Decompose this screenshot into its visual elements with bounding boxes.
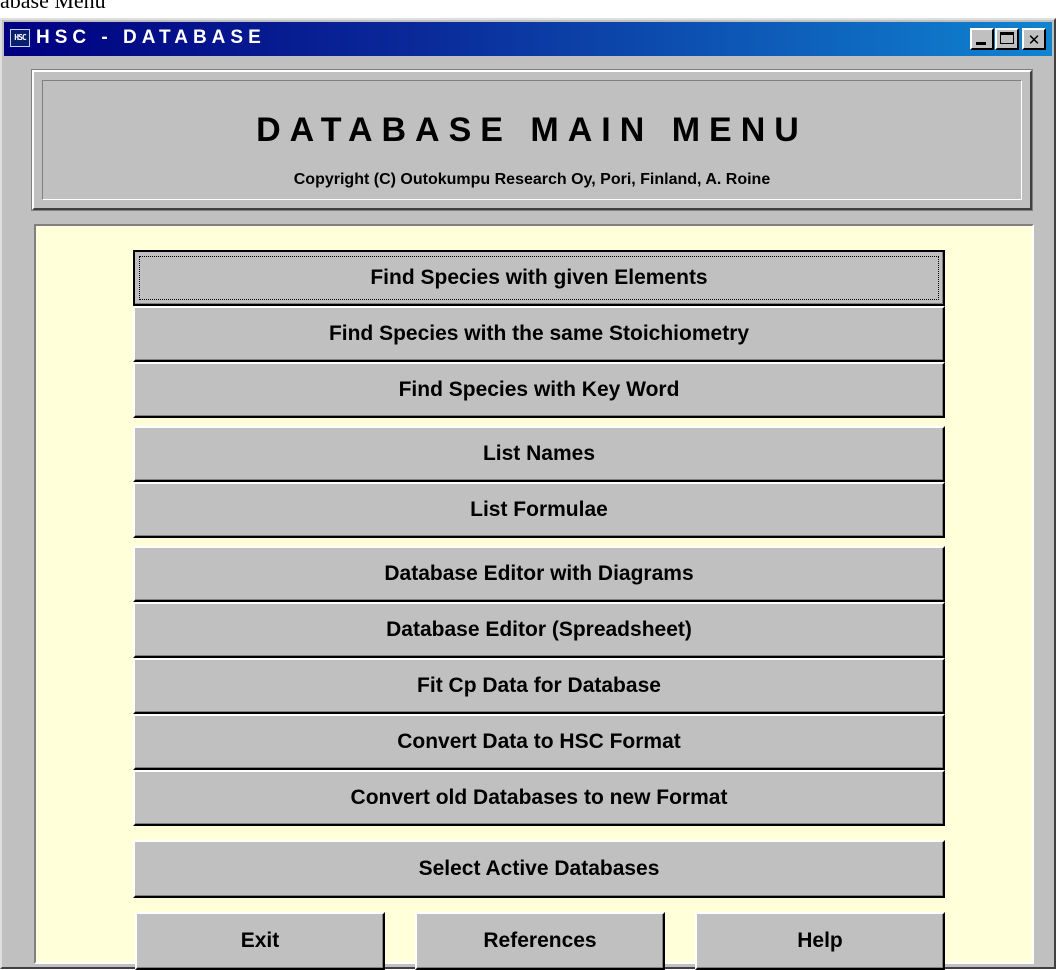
find-species-keyword-button[interactable]: Find Species with Key Word	[133, 362, 945, 418]
fit-cp-data-button[interactable]: Fit Cp Data for Database	[133, 658, 945, 714]
header-inner-frame: DATABASE MAIN MENU Copyright (C) Outokum…	[42, 80, 1022, 200]
list-formulae-button[interactable]: List Formulae	[133, 482, 945, 538]
exit-button[interactable]: Exit	[135, 912, 385, 970]
find-species-stoichiometry-button[interactable]: Find Species with the same Stoichiometry	[133, 306, 945, 362]
close-icon: ✕	[1027, 31, 1041, 49]
maximize-icon	[1000, 32, 1014, 44]
database-editor-diagrams-button[interactable]: Database Editor with Diagrams	[133, 546, 945, 602]
minimize-icon	[976, 42, 986, 45]
maximize-button[interactable]	[995, 28, 1019, 50]
minimize-button[interactable]	[970, 28, 994, 50]
copyright-text: Copyright (C) Outokumpu Research Oy, Por…	[293, 171, 771, 188]
list-names-button[interactable]: List Names	[133, 426, 945, 482]
page-heading: abase Menu	[0, 0, 106, 13]
main-menu-title: DATABASE MAIN MENU	[256, 111, 808, 149]
title-bar[interactable]: HSC HSC - DATABASE ✕	[4, 22, 1052, 56]
menu-panel: Find Species with given Elements Find Sp…	[34, 224, 1034, 970]
window-title: HSC - DATABASE	[36, 27, 266, 48]
find-species-elements-button[interactable]: Find Species with given Elements	[133, 250, 945, 306]
convert-old-databases-button[interactable]: Convert old Databases to new Format	[133, 770, 945, 826]
header-panel: DATABASE MAIN MENU Copyright (C) Outokum…	[31, 69, 1033, 211]
app-icon[interactable]: HSC	[10, 29, 30, 47]
hsc-database-window: HSC HSC - DATABASE ✕ DATABASE MAIN MENU …	[0, 18, 1056, 970]
help-button[interactable]: Help	[695, 912, 945, 970]
database-editor-spreadsheet-button[interactable]: Database Editor (Spreadsheet)	[133, 602, 945, 658]
references-button[interactable]: References	[415, 912, 665, 970]
close-button[interactable]: ✕	[1022, 28, 1046, 50]
convert-data-hsc-button[interactable]: Convert Data to HSC Format	[133, 714, 945, 770]
select-active-databases-button[interactable]: Select Active Databases	[133, 840, 945, 898]
